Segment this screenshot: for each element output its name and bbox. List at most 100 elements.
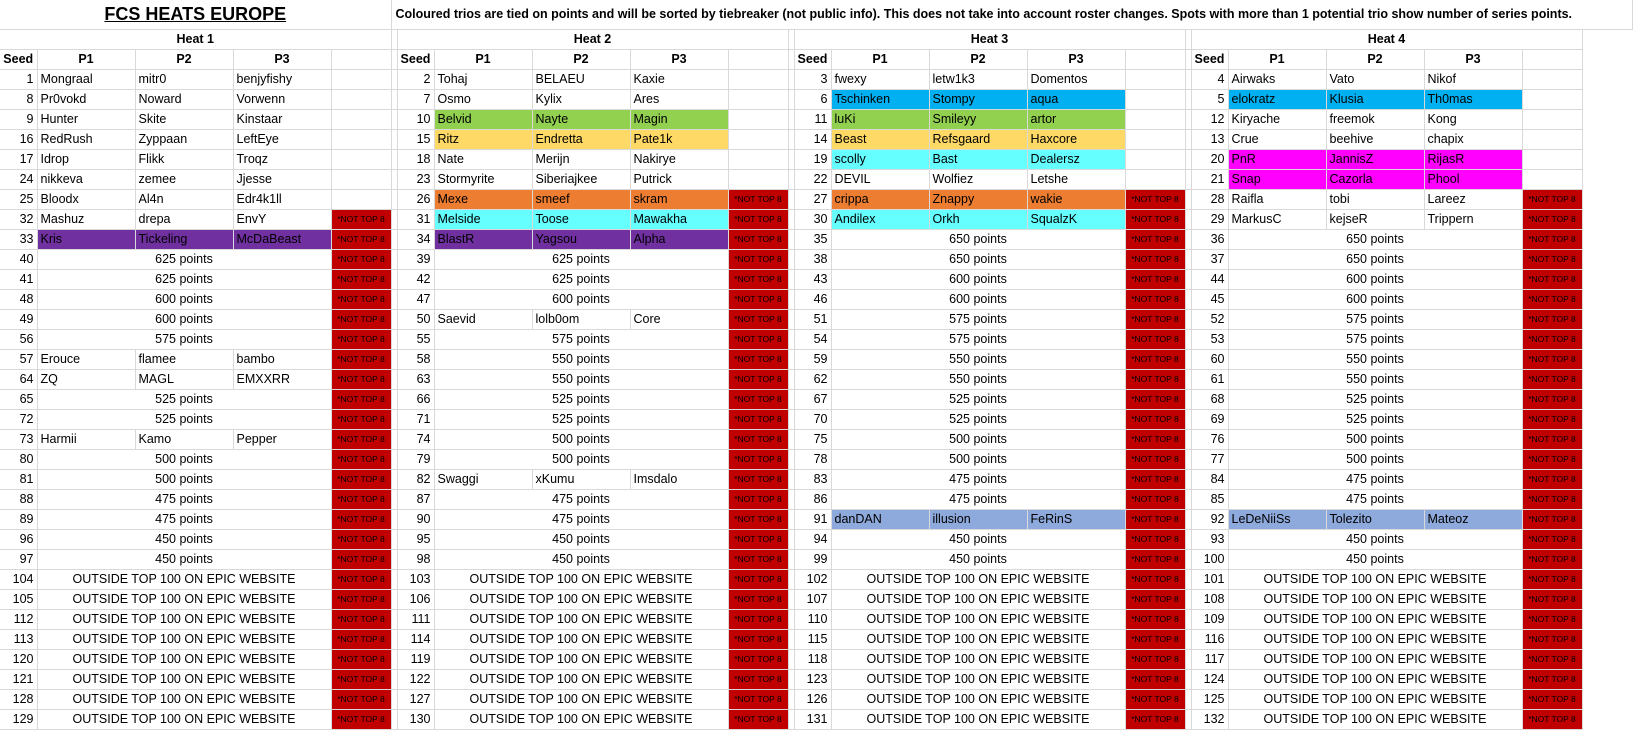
points-cell[interactable]: 475 points xyxy=(831,469,1126,490)
player-cell[interactable]: MarkusC xyxy=(1228,209,1327,230)
seed-cell[interactable]: 113 xyxy=(0,629,38,650)
not-top8-flag[interactable]: *NOT TOP 8 xyxy=(331,549,392,570)
not-top8-flag[interactable]: *NOT TOP 8 xyxy=(331,469,392,490)
player-cell[interactable]: Kamo xyxy=(135,429,234,450)
player-cell[interactable]: scolly xyxy=(831,149,930,170)
seed-cell[interactable]: 43 xyxy=(794,269,832,290)
player-cell[interactable]: Stormyrite xyxy=(434,169,533,190)
not-top8-flag[interactable]: *NOT TOP 8 xyxy=(1522,349,1583,370)
player-cell[interactable]: JannisZ xyxy=(1326,149,1425,170)
points-cell[interactable]: OUTSIDE TOP 100 ON EPIC WEBSITE xyxy=(434,709,729,730)
seed-cell[interactable]: 102 xyxy=(794,569,832,590)
points-cell[interactable]: 475 points xyxy=(1228,489,1523,510)
seed-cell[interactable]: 4 xyxy=(1191,69,1229,90)
seed-cell[interactable]: 124 xyxy=(1191,669,1229,690)
seed-cell[interactable]: 91 xyxy=(794,509,832,530)
player-cell[interactable]: Dealersz xyxy=(1027,149,1126,170)
points-cell[interactable]: 475 points xyxy=(831,489,1126,510)
player-cell[interactable]: Osmo xyxy=(434,89,533,110)
player-cell[interactable]: Nayte xyxy=(532,109,631,130)
seed-cell[interactable]: 121 xyxy=(0,669,38,690)
points-cell[interactable]: OUTSIDE TOP 100 ON EPIC WEBSITE xyxy=(831,709,1126,730)
player-cell[interactable]: DEVIL xyxy=(831,169,930,190)
seed-cell[interactable]: 123 xyxy=(794,669,832,690)
points-cell[interactable]: 600 points xyxy=(37,289,332,310)
player-cell[interactable]: aqua xyxy=(1027,89,1126,110)
points-cell[interactable]: 500 points xyxy=(831,429,1126,450)
not-top8-flag[interactable]: *NOT TOP 8 xyxy=(1522,689,1583,710)
points-cell[interactable]: 575 points xyxy=(831,329,1126,350)
points-cell[interactable]: OUTSIDE TOP 100 ON EPIC WEBSITE xyxy=(37,649,332,670)
player-cell[interactable]: bambo xyxy=(233,349,332,370)
player-cell[interactable]: Smileyy xyxy=(929,109,1028,130)
not-top8-flag[interactable]: *NOT TOP 8 xyxy=(1522,489,1583,510)
not-top8-flag[interactable]: *NOT TOP 8 xyxy=(1522,589,1583,610)
player-cell[interactable]: Kiryache xyxy=(1228,109,1327,130)
empty-cell[interactable] xyxy=(1125,129,1186,150)
player-cell[interactable]: Imsdalo xyxy=(630,469,729,490)
seed-cell[interactable]: 120 xyxy=(0,649,38,670)
seed-cell[interactable]: 6 xyxy=(794,89,832,110)
empty-cell[interactable] xyxy=(728,109,789,130)
empty-cell[interactable] xyxy=(331,149,392,170)
seed-cell[interactable]: 65 xyxy=(0,389,38,410)
not-top8-flag[interactable]: *NOT TOP 8 xyxy=(728,469,789,490)
not-top8-flag[interactable]: *NOT TOP 8 xyxy=(1125,429,1186,450)
seed-cell[interactable]: 88 xyxy=(0,489,38,510)
seed-cell[interactable]: 47 xyxy=(397,289,435,310)
not-top8-flag[interactable]: *NOT TOP 8 xyxy=(1125,709,1186,730)
player-cell[interactable]: PnR xyxy=(1228,149,1327,170)
not-top8-flag[interactable]: *NOT TOP 8 xyxy=(728,209,789,230)
player-cell[interactable]: zemee xyxy=(135,169,234,190)
seed-cell[interactable]: 50 xyxy=(397,309,435,330)
player-cell[interactable]: danDAN xyxy=(831,509,930,530)
seed-cell[interactable]: 22 xyxy=(794,169,832,190)
points-cell[interactable]: 450 points xyxy=(434,529,729,550)
not-top8-flag[interactable]: *NOT TOP 8 xyxy=(728,309,789,330)
player-cell[interactable]: LeDeNiiSs xyxy=(1228,509,1327,530)
points-cell[interactable]: OUTSIDE TOP 100 ON EPIC WEBSITE xyxy=(37,629,332,650)
not-top8-flag[interactable]: *NOT TOP 8 xyxy=(1125,629,1186,650)
player-cell[interactable]: Melside xyxy=(434,209,533,230)
not-top8-flag[interactable]: *NOT TOP 8 xyxy=(331,209,392,230)
seed-cell[interactable]: 101 xyxy=(1191,569,1229,590)
seed-cell[interactable]: 99 xyxy=(794,549,832,570)
not-top8-flag[interactable]: *NOT TOP 8 xyxy=(728,709,789,730)
seed-cell[interactable]: 118 xyxy=(794,649,832,670)
not-top8-flag[interactable]: *NOT TOP 8 xyxy=(1522,509,1583,530)
seed-cell[interactable]: 40 xyxy=(0,249,38,270)
player-cell[interactable]: Tohaj xyxy=(434,69,533,90)
seed-cell[interactable]: 34 xyxy=(397,229,435,250)
not-top8-flag[interactable]: *NOT TOP 8 xyxy=(331,309,392,330)
player-cell[interactable]: mitr0 xyxy=(135,69,234,90)
seed-cell[interactable]: 18 xyxy=(397,149,435,170)
empty-cell[interactable] xyxy=(1522,149,1583,170)
player-cell[interactable]: FeRinS xyxy=(1027,509,1126,530)
seed-cell[interactable]: 71 xyxy=(397,409,435,430)
not-top8-flag[interactable]: *NOT TOP 8 xyxy=(331,529,392,550)
not-top8-flag[interactable]: *NOT TOP 8 xyxy=(728,369,789,390)
not-top8-flag[interactable]: *NOT TOP 8 xyxy=(331,569,392,590)
player-cell[interactable]: MAGL xyxy=(135,369,234,390)
points-cell[interactable]: 450 points xyxy=(1228,529,1523,550)
player-cell[interactable]: Kinstaar xyxy=(233,109,332,130)
not-top8-flag[interactable]: *NOT TOP 8 xyxy=(1522,709,1583,730)
player-cell[interactable]: nikkeva xyxy=(37,169,136,190)
player-cell[interactable]: EnvY xyxy=(233,209,332,230)
seed-cell[interactable]: 126 xyxy=(794,689,832,710)
points-cell[interactable]: OUTSIDE TOP 100 ON EPIC WEBSITE xyxy=(1228,609,1523,630)
player-cell[interactable]: EMXXRR xyxy=(233,369,332,390)
player-cell[interactable]: Nate xyxy=(434,149,533,170)
not-top8-flag[interactable]: *NOT TOP 8 xyxy=(1522,369,1583,390)
not-top8-flag[interactable]: *NOT TOP 8 xyxy=(1125,209,1186,230)
points-cell[interactable]: 600 points xyxy=(37,309,332,330)
empty-cell[interactable] xyxy=(331,89,392,110)
player-cell[interactable]: Putrick xyxy=(630,169,729,190)
seed-cell[interactable]: 84 xyxy=(1191,469,1229,490)
not-top8-flag[interactable]: *NOT TOP 8 xyxy=(1125,469,1186,490)
player-cell[interactable]: xKumu xyxy=(532,469,631,490)
points-cell[interactable]: 650 points xyxy=(1228,229,1523,250)
player-cell[interactable]: illusion xyxy=(929,509,1028,530)
not-top8-flag[interactable]: *NOT TOP 8 xyxy=(331,669,392,690)
seed-cell[interactable]: 129 xyxy=(0,709,38,730)
